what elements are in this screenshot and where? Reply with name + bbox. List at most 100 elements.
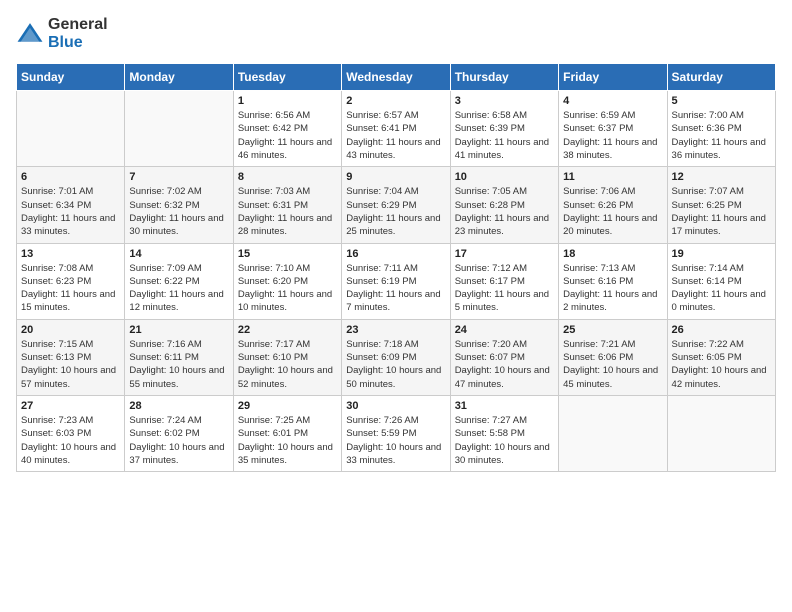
- calendar-cell: 15 Sunrise: 7:10 AMSunset: 6:20 PMDayligh…: [233, 243, 341, 319]
- day-info: Sunrise: 7:11 AMSunset: 6:19 PMDaylight:…: [346, 262, 445, 315]
- day-number: 31: [455, 400, 554, 412]
- day-info: Sunrise: 7:18 AMSunset: 6:09 PMDaylight:…: [346, 338, 445, 391]
- day-number: 2: [346, 95, 445, 107]
- day-number: 1: [238, 95, 337, 107]
- calendar-cell: 20 Sunrise: 7:15 AMSunset: 6:13 PMDayligh…: [17, 319, 125, 395]
- weekday-header-friday: Friday: [559, 64, 667, 91]
- calendar-cell: 8 Sunrise: 7:03 AMSunset: 6:31 PMDaylight…: [233, 167, 341, 243]
- calendar-cell: 11 Sunrise: 7:06 AMSunset: 6:26 PMDayligh…: [559, 167, 667, 243]
- calendar-cell: 9 Sunrise: 7:04 AMSunset: 6:29 PMDaylight…: [342, 167, 450, 243]
- day-info: Sunrise: 6:59 AMSunset: 6:37 PMDaylight:…: [563, 109, 662, 162]
- day-info: Sunrise: 7:21 AMSunset: 6:06 PMDaylight:…: [563, 338, 662, 391]
- day-number: 27: [21, 400, 120, 412]
- weekday-header-thursday: Thursday: [450, 64, 558, 91]
- day-info: Sunrise: 7:05 AMSunset: 6:28 PMDaylight:…: [455, 185, 554, 238]
- calendar-cell: 21 Sunrise: 7:16 AMSunset: 6:11 PMDayligh…: [125, 319, 233, 395]
- day-info: Sunrise: 6:56 AMSunset: 6:42 PMDaylight:…: [238, 109, 337, 162]
- calendar-cell: 23 Sunrise: 7:18 AMSunset: 6:09 PMDayligh…: [342, 319, 450, 395]
- calendar-cell: [17, 91, 125, 167]
- day-info: Sunrise: 7:14 AMSunset: 6:14 PMDaylight:…: [672, 262, 771, 315]
- weekday-header-wednesday: Wednesday: [342, 64, 450, 91]
- day-info: Sunrise: 7:08 AMSunset: 6:23 PMDaylight:…: [21, 262, 120, 315]
- calendar-cell: 22 Sunrise: 7:17 AMSunset: 6:10 PMDayligh…: [233, 319, 341, 395]
- day-info: Sunrise: 7:24 AMSunset: 6:02 PMDaylight:…: [129, 414, 228, 467]
- day-number: 6: [21, 171, 120, 183]
- calendar-cell: 19 Sunrise: 7:14 AMSunset: 6:14 PMDayligh…: [667, 243, 775, 319]
- day-number: 10: [455, 171, 554, 183]
- day-number: 28: [129, 400, 228, 412]
- day-info: Sunrise: 7:17 AMSunset: 6:10 PMDaylight:…: [238, 338, 337, 391]
- calendar-cell: 6Sunrise: 7:01 AMSunset: 6:34 PMDaylight…: [17, 167, 125, 243]
- week-row-1: 1 Sunrise: 6:56 AMSunset: 6:42 PMDaylight…: [17, 91, 776, 167]
- calendar-cell: 16Sunrise: 7:11 AMSunset: 6:19 PMDayligh…: [342, 243, 450, 319]
- week-row-2: 6Sunrise: 7:01 AMSunset: 6:34 PMDaylight…: [17, 167, 776, 243]
- day-info: Sunrise: 7:10 AMSunset: 6:20 PMDaylight:…: [238, 262, 337, 315]
- calendar-cell: [125, 91, 233, 167]
- day-info: Sunrise: 7:23 AMSunset: 6:03 PMDaylight:…: [21, 414, 120, 467]
- week-row-3: 13 Sunrise: 7:08 AMSunset: 6:23 PMDayligh…: [17, 243, 776, 319]
- day-number: 23: [346, 324, 445, 336]
- day-number: 11: [563, 171, 662, 183]
- calendar-cell: 10 Sunrise: 7:05 AMSunset: 6:28 PMDayligh…: [450, 167, 558, 243]
- calendar-cell: 17Sunrise: 7:12 AMSunset: 6:17 PMDayligh…: [450, 243, 558, 319]
- calendar-cell: 25 Sunrise: 7:21 AMSunset: 6:06 PMDayligh…: [559, 319, 667, 395]
- day-info: Sunrise: 7:15 AMSunset: 6:13 PMDaylight:…: [21, 338, 120, 391]
- day-info: Sunrise: 7:26 AMSunset: 5:59 PMDaylight:…: [346, 414, 445, 467]
- day-number: 20: [21, 324, 120, 336]
- weekday-header-saturday: Saturday: [667, 64, 775, 91]
- calendar-cell: 30Sunrise: 7:26 AMSunset: 5:59 PMDayligh…: [342, 395, 450, 471]
- day-info: Sunrise: 7:00 AMSunset: 6:36 PMDaylight:…: [672, 109, 771, 162]
- logo: General Blue: [16, 16, 108, 51]
- day-number: 29: [238, 400, 337, 412]
- day-number: 4: [563, 95, 662, 107]
- logo-icon: [16, 20, 44, 48]
- day-number: 26: [672, 324, 771, 336]
- day-info: Sunrise: 7:20 AMSunset: 6:07 PMDaylight:…: [455, 338, 554, 391]
- calendar-cell: 24Sunrise: 7:20 AMSunset: 6:07 PMDayligh…: [450, 319, 558, 395]
- day-info: Sunrise: 6:57 AMSunset: 6:41 PMDaylight:…: [346, 109, 445, 162]
- day-info: Sunrise: 7:09 AMSunset: 6:22 PMDaylight:…: [129, 262, 228, 315]
- day-number: 19: [672, 248, 771, 260]
- day-info: Sunrise: 7:13 AMSunset: 6:16 PMDaylight:…: [563, 262, 662, 315]
- day-number: 15: [238, 248, 337, 260]
- day-info: Sunrise: 7:03 AMSunset: 6:31 PMDaylight:…: [238, 185, 337, 238]
- weekday-header-row: SundayMondayTuesdayWednesdayThursdayFrid…: [17, 64, 776, 91]
- calendar-cell: 14 Sunrise: 7:09 AMSunset: 6:22 PMDayligh…: [125, 243, 233, 319]
- calendar-cell: 7Sunrise: 7:02 AMSunset: 6:32 PMDaylight…: [125, 167, 233, 243]
- day-number: 12: [672, 171, 771, 183]
- calendar-cell: 2 Sunrise: 6:57 AMSunset: 6:41 PMDaylight…: [342, 91, 450, 167]
- day-info: Sunrise: 7:07 AMSunset: 6:25 PMDaylight:…: [672, 185, 771, 238]
- calendar-table: SundayMondayTuesdayWednesdayThursdayFrid…: [16, 63, 776, 472]
- calendar-cell: 4 Sunrise: 6:59 AMSunset: 6:37 PMDaylight…: [559, 91, 667, 167]
- day-number: 7: [129, 171, 228, 183]
- day-number: 18: [563, 248, 662, 260]
- day-info: Sunrise: 7:16 AMSunset: 6:11 PMDaylight:…: [129, 338, 228, 391]
- calendar-cell: [667, 395, 775, 471]
- calendar-cell: 28 Sunrise: 7:24 AMSunset: 6:02 PMDayligh…: [125, 395, 233, 471]
- day-number: 25: [563, 324, 662, 336]
- day-info: Sunrise: 7:12 AMSunset: 6:17 PMDaylight:…: [455, 262, 554, 315]
- weekday-header-sunday: Sunday: [17, 64, 125, 91]
- calendar-cell: 12 Sunrise: 7:07 AMSunset: 6:25 PMDayligh…: [667, 167, 775, 243]
- calendar-cell: 5 Sunrise: 7:00 AMSunset: 6:36 PMDaylight…: [667, 91, 775, 167]
- day-info: Sunrise: 7:22 AMSunset: 6:05 PMDaylight:…: [672, 338, 771, 391]
- calendar-cell: 1 Sunrise: 6:56 AMSunset: 6:42 PMDaylight…: [233, 91, 341, 167]
- calendar-cell: 26 Sunrise: 7:22 AMSunset: 6:05 PMDayligh…: [667, 319, 775, 395]
- calendar-cell: 27 Sunrise: 7:23 AMSunset: 6:03 PMDayligh…: [17, 395, 125, 471]
- weekday-header-monday: Monday: [125, 64, 233, 91]
- day-number: 21: [129, 324, 228, 336]
- day-info: Sunrise: 7:06 AMSunset: 6:26 PMDaylight:…: [563, 185, 662, 238]
- day-number: 14: [129, 248, 228, 260]
- day-info: Sunrise: 6:58 AMSunset: 6:39 PMDaylight:…: [455, 109, 554, 162]
- logo-text-blue: Blue: [48, 34, 108, 52]
- day-number: 22: [238, 324, 337, 336]
- day-number: 8: [238, 171, 337, 183]
- calendar-cell: 29Sunrise: 7:25 AMSunset: 6:01 PMDayligh…: [233, 395, 341, 471]
- day-number: 5: [672, 95, 771, 107]
- day-number: 9: [346, 171, 445, 183]
- calendar-cell: 31Sunrise: 7:27 AMSunset: 5:58 PMDayligh…: [450, 395, 558, 471]
- logo-text-general: General: [48, 16, 108, 34]
- day-number: 3: [455, 95, 554, 107]
- day-info: Sunrise: 7:04 AMSunset: 6:29 PMDaylight:…: [346, 185, 445, 238]
- day-number: 13: [21, 248, 120, 260]
